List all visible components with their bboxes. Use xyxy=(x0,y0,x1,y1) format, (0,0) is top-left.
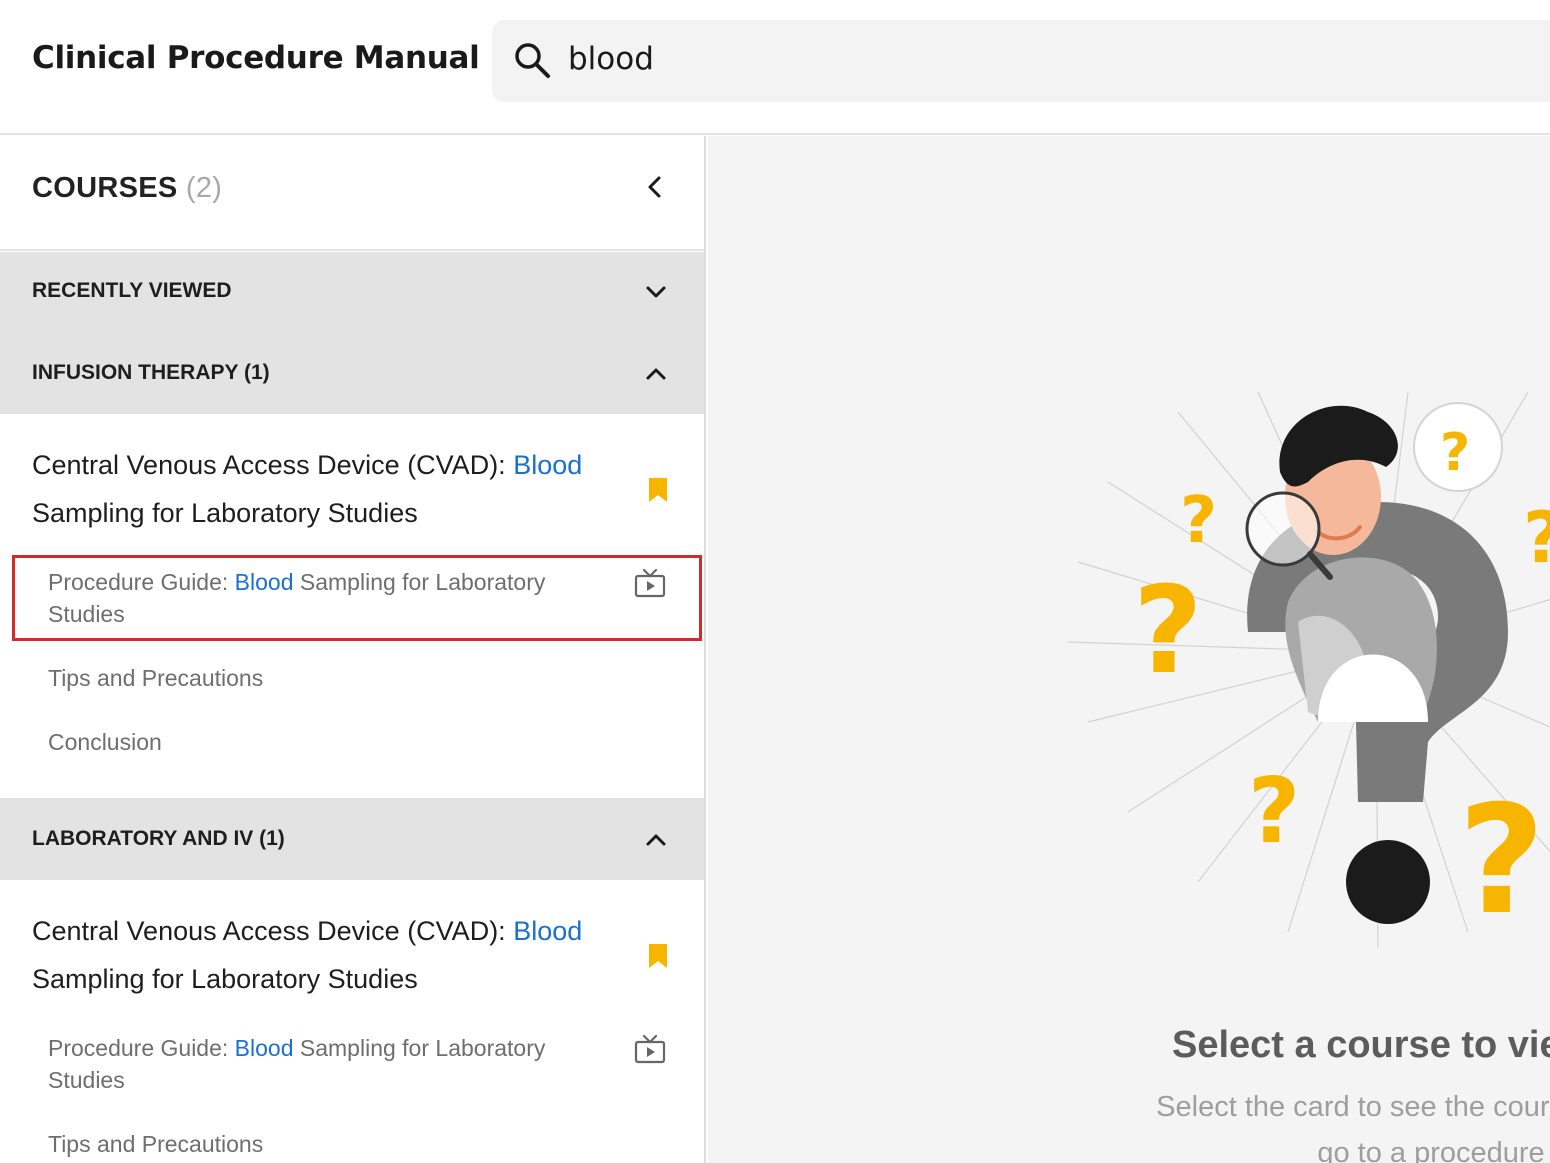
video-icon xyxy=(634,1034,666,1064)
course-title-text: Sampling for Laboratory Studies xyxy=(32,964,418,994)
chevron-up-icon[interactable] xyxy=(641,359,671,389)
search-highlight: Blood xyxy=(513,450,583,480)
lesson-item[interactable]: Procedure Guide: Blood Sampling for Labo… xyxy=(48,1032,608,1096)
bookmark-icon[interactable] xyxy=(648,943,668,969)
section-label: INFUSION THERAPY (1) xyxy=(32,361,270,384)
courses-header: COURSES (2) xyxy=(0,136,704,251)
section-recently-viewed[interactable]: RECENTLY VIEWED xyxy=(0,252,704,332)
search-highlight: Blood xyxy=(234,569,294,595)
search-icon[interactable] xyxy=(512,40,552,80)
lesson-item[interactable]: Procedure Guide: Blood Sampling for Labo… xyxy=(48,566,608,630)
empty-state-illustration: ? ? ? ? ? ? xyxy=(1068,392,1550,948)
courses-count: (2) xyxy=(185,172,223,204)
search-highlight: Blood xyxy=(234,1035,294,1061)
svg-text:?: ? xyxy=(1440,423,1470,483)
section-infusion-therapy[interactable]: INFUSION THERAPY (1) xyxy=(0,334,704,414)
chevron-down-icon[interactable] xyxy=(641,277,671,307)
course-title-text: Sampling for Laboratory Studies xyxy=(32,498,418,528)
search-input[interactable]: blood xyxy=(568,41,654,77)
collapse-sidebar-button[interactable] xyxy=(640,172,670,202)
svg-text:?: ? xyxy=(1523,497,1550,579)
lesson-prefix: Procedure Guide: xyxy=(48,569,235,595)
search-highlight: Blood xyxy=(513,916,583,946)
search-box[interactable]: blood xyxy=(492,20,1550,102)
video-icon xyxy=(634,568,666,598)
courses-label: COURSES xyxy=(32,172,178,204)
lesson-item[interactable]: Tips and Precautions xyxy=(48,662,608,694)
section-laboratory-and-iv[interactable]: LABORATORY AND IV (1) xyxy=(0,800,704,880)
svg-text:?: ? xyxy=(1248,759,1300,864)
svg-text:?: ? xyxy=(1133,562,1203,701)
bookmark-icon[interactable] xyxy=(648,477,668,503)
section-label: LABORATORY AND IV (1) xyxy=(32,827,285,850)
svg-text:?: ? xyxy=(1458,774,1545,948)
app-header: Clinical Procedure Manual blood xyxy=(0,0,1550,135)
lesson-item[interactable]: Conclusion xyxy=(48,726,608,758)
course-title[interactable]: Central Venous Access Device (CVAD): Blo… xyxy=(32,907,622,1003)
course-title-text: Central Venous Access Device (CVAD): xyxy=(32,450,514,480)
empty-state-title: Select a course to vie xyxy=(1172,1024,1550,1066)
lesson-item[interactable]: Tips and Precautions xyxy=(48,1128,608,1160)
empty-state-subtitle: Select the card to see the cour overview… xyxy=(1156,1091,1550,1163)
course-title-text: Central Venous Access Device (CVAD): xyxy=(32,916,514,946)
courses-title: COURSES (2) xyxy=(32,172,222,205)
courses-sidebar: COURSES (2) RECENTLY VIEWED INFUSION THE… xyxy=(0,136,706,1163)
svg-text:?: ? xyxy=(1180,484,1217,558)
chevron-up-icon[interactable] xyxy=(641,825,671,855)
course-title[interactable]: Central Venous Access Device (CVAD): Blo… xyxy=(32,441,622,537)
course-detail-panel: ? ? ? ? ? ? Select a course to vie Selec… xyxy=(708,136,1550,1163)
lesson-prefix: Procedure Guide: xyxy=(48,1035,235,1061)
section-label: RECENTLY VIEWED xyxy=(32,279,232,302)
app-title: Clinical Procedure Manual xyxy=(32,40,480,76)
